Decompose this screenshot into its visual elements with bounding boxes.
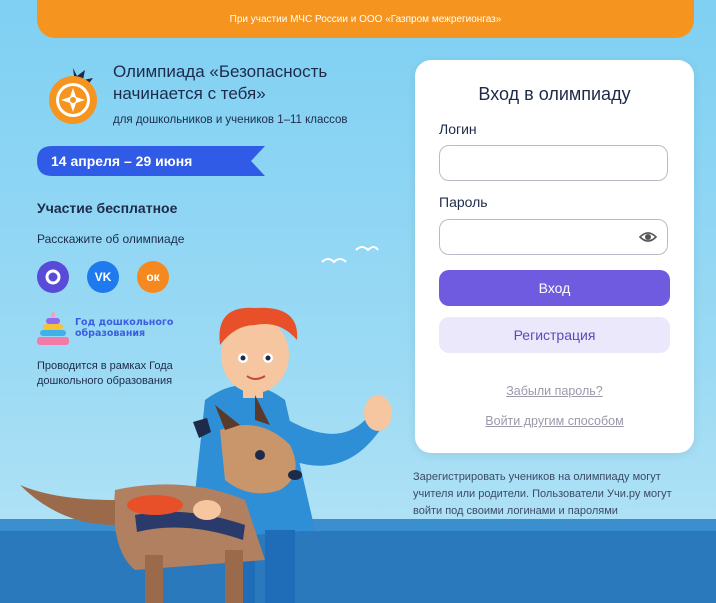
free-participation: Участие бесплатное xyxy=(37,200,178,216)
password-input[interactable] xyxy=(439,219,668,255)
login-card: Вход в олимпиаду Логин Пароль Вход Регис… xyxy=(415,60,694,453)
forgot-password-link[interactable]: Забыли пароль? xyxy=(415,384,694,398)
share-ok-button[interactable]: ок xyxy=(137,261,169,293)
top-banner: При участии МЧС России и ООО «Газпром ме… xyxy=(37,0,694,38)
max-icon xyxy=(45,269,61,285)
login-heading: Вход в олимпиаду xyxy=(478,84,631,104)
password-label: Пароль xyxy=(439,194,488,210)
dates-ribbon: 14 апреля – 29 июня xyxy=(37,146,265,176)
banner-text: При участии МЧС России и ООО «Газпром ме… xyxy=(229,13,502,25)
share-vk-button[interactable]: VK xyxy=(87,261,119,293)
login-input[interactable] xyxy=(439,145,668,181)
login-submit-button[interactable]: Вход xyxy=(439,270,670,306)
olympiad-subtitle: для дошкольников и учеников 1–11 классов xyxy=(113,114,348,126)
vk-icon: VK xyxy=(94,270,112,284)
other-login-method-link[interactable]: Войти другим способом xyxy=(415,414,694,428)
registration-note: Зарегистрировать учеников на олимпиаду м… xyxy=(413,471,672,517)
show-password-eye-icon[interactable] xyxy=(639,230,657,244)
mchs-emblem-icon xyxy=(49,68,97,124)
olympiad-title: Олимпиада «Безопасность начинается с теб… xyxy=(113,62,328,103)
birds-illustration xyxy=(321,246,379,264)
boy-and-dog-illustration xyxy=(20,307,392,603)
share-max-button[interactable] xyxy=(37,261,69,293)
ok-icon: ок xyxy=(146,270,160,284)
login-label: Логин xyxy=(439,121,477,137)
dates-text: 14 апреля – 29 июня xyxy=(51,153,193,169)
share-label: Расскажите об олимпиаде xyxy=(37,232,185,246)
register-button[interactable]: Регистрация xyxy=(439,317,670,353)
